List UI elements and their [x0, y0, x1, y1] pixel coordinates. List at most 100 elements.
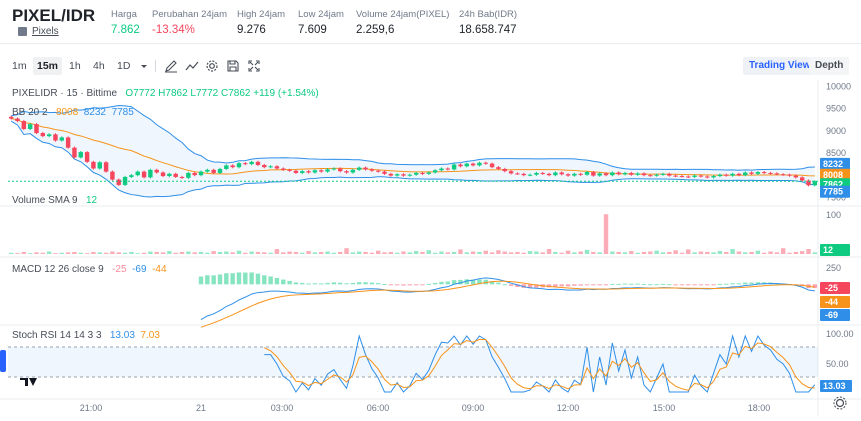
macd-hist-bar [660, 283, 666, 285]
volume-bar [103, 252, 109, 254]
volume-bar [768, 251, 773, 254]
candle-body [565, 174, 571, 176]
pair-link[interactable]: Pixels [32, 26, 59, 37]
volume-bar [84, 253, 90, 254]
macd-hist-bar [350, 282, 356, 285]
candle-body [300, 171, 305, 173]
candle-body [648, 175, 653, 177]
candle-body [717, 174, 723, 177]
macd-hist-bar [584, 284, 590, 286]
interval-4h[interactable]: 4h [89, 57, 109, 75]
volume-bar [268, 252, 273, 254]
candle-body [382, 171, 387, 174]
candle-body [426, 172, 432, 174]
candle-body [641, 173, 647, 176]
volume-bar [426, 250, 432, 254]
volume-bar [584, 249, 590, 254]
macd-hist-bar [243, 272, 248, 285]
volume-bar [255, 251, 261, 254]
save-icon[interactable] [225, 58, 241, 74]
ohlc-readout: O7772 H7862 L7772 C7862 +119 (+1.54%) [125, 88, 319, 99]
candle-body [515, 173, 520, 175]
volume-bar [439, 251, 444, 254]
bb-lower-value: 7785 [111, 107, 134, 118]
volume-bar [793, 251, 799, 254]
candle-body [635, 173, 640, 175]
volume-bar [540, 252, 545, 254]
macd-hist-bar [648, 284, 653, 286]
candle-body [268, 166, 273, 168]
volume-bar [521, 252, 526, 254]
candle-body [281, 168, 286, 170]
macd-hist-bar [730, 283, 735, 285]
macd-hist-bar [369, 282, 375, 285]
volume-bar [91, 251, 96, 254]
macd-hist-bar [230, 273, 235, 285]
stat-label: Perubahan 24jam [152, 9, 227, 20]
candle-body [141, 171, 147, 178]
indicator-icon[interactable] [184, 58, 200, 74]
volume-bar [755, 250, 761, 254]
volume-bar [812, 252, 818, 254]
macd-hist-bar [306, 283, 311, 285]
candle-body [622, 172, 628, 175]
candle-body [388, 173, 394, 176]
chart-area[interactable]: 1000095009000850080007500823280087862778… [0, 80, 861, 416]
macd-hist-value: -25 [112, 264, 127, 275]
draw-icon[interactable] [163, 58, 179, 74]
candle-body [135, 171, 140, 176]
candle-body [116, 179, 121, 185]
volume-bar [281, 252, 286, 254]
candle-body [578, 173, 583, 175]
volume-bar [122, 252, 128, 254]
volume-bar [654, 250, 659, 254]
volume-bar [470, 251, 476, 254]
settings-icon[interactable] [204, 58, 220, 74]
interval-1m[interactable]: 1m [8, 57, 31, 75]
macd-hist-bar [432, 282, 438, 285]
volume-bar [46, 251, 52, 254]
volume-bar [635, 252, 640, 254]
candle-body [363, 167, 368, 170]
volume-bar [648, 251, 653, 254]
volume-bar [749, 251, 754, 254]
macd-hist-bar [572, 284, 577, 286]
depth-button[interactable]: Depth [809, 57, 850, 75]
volume-bar [553, 251, 558, 254]
macd-hist-bar [287, 280, 292, 285]
candle-body [78, 152, 83, 158]
volume-bar [565, 250, 571, 254]
volume-bar [388, 251, 394, 254]
trading-view-button[interactable]: Trading View [743, 57, 817, 75]
interval-1h[interactable]: 1h [65, 57, 85, 75]
time-tick-label: 03:00 [271, 403, 294, 413]
macd-hist-bar [394, 284, 400, 286]
time-tick-label: 15:00 [653, 403, 676, 413]
candle-body [186, 172, 191, 178]
volume-bar [705, 251, 710, 254]
macd-hist-bar [559, 284, 564, 287]
chevron-down-icon[interactable] [136, 58, 152, 74]
time-tick-label: 09:00 [462, 403, 485, 413]
macd-hist-bar [344, 283, 349, 285]
candle-body [97, 162, 102, 169]
chart-canvas[interactable]: 1000095009000850080007500823280087862778… [0, 80, 861, 416]
macd-hist-bar [502, 284, 507, 286]
candle-body [160, 172, 166, 177]
macd-hist-bar [325, 282, 330, 285]
volume-bar [27, 253, 33, 254]
fullscreen-icon[interactable] [246, 58, 262, 74]
interval-1d[interactable]: 1D [113, 57, 134, 75]
volume-bar [350, 252, 356, 254]
volume-bar [413, 251, 419, 254]
macd-hist-bar [591, 284, 596, 286]
candle-body [350, 169, 356, 173]
stat-value: -13.34% [152, 24, 195, 36]
candle-body [780, 174, 786, 176]
candle-body [768, 172, 773, 174]
candle-body [654, 174, 659, 176]
macd-hist-bar [622, 283, 628, 285]
interval-15m[interactable]: 15m [33, 57, 63, 75]
volume-bar [217, 251, 223, 254]
stat-price: Harga 7.862 [111, 9, 140, 36]
